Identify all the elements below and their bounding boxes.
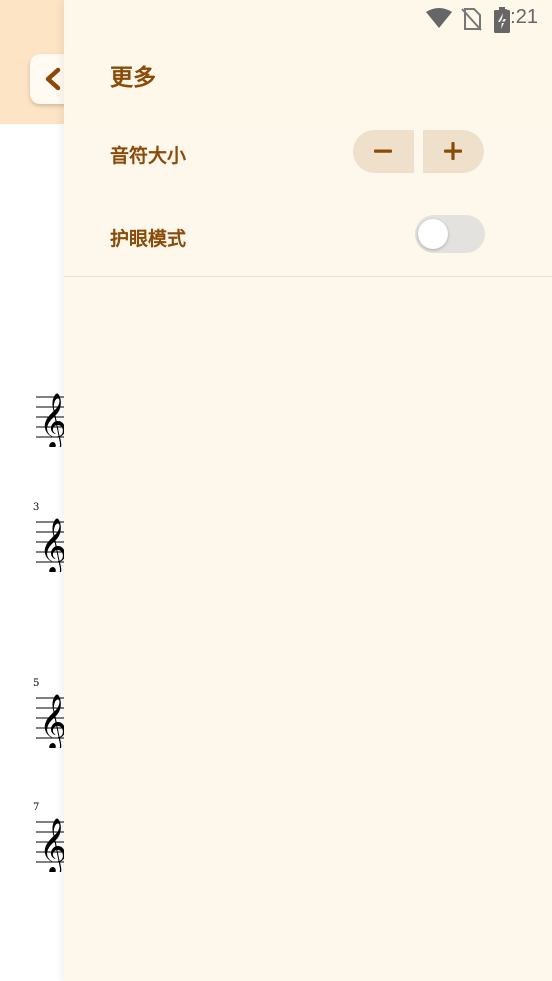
no-sim-icon: [461, 8, 482, 31]
note-size-label: 音符大小: [110, 145, 187, 167]
status-time: 2:21: [499, 6, 538, 28]
status-bar: 2:21: [352, 0, 552, 36]
wifi-icon: [426, 8, 452, 28]
minus-icon: [374, 149, 392, 153]
plus-icon: [444, 142, 462, 160]
decrease-note-size-button[interactable]: [353, 130, 414, 173]
screen: 𝄞 3 𝄞 5 𝄞 7 𝄞 2:21 更多 音符大小 护眼模式: [0, 0, 552, 981]
eye-care-mode-toggle[interactable]: [415, 215, 485, 253]
eye-care-mode-label: 护眼模式: [110, 228, 187, 250]
divider: [64, 276, 552, 277]
toggle-knob: [418, 219, 448, 249]
increase-note-size-button[interactable]: [423, 130, 484, 173]
drawer-title: 更多: [110, 65, 156, 91]
chevron-left-icon: [45, 67, 61, 91]
more-drawer: 2:21 更多 音符大小 护眼模式: [64, 0, 552, 981]
